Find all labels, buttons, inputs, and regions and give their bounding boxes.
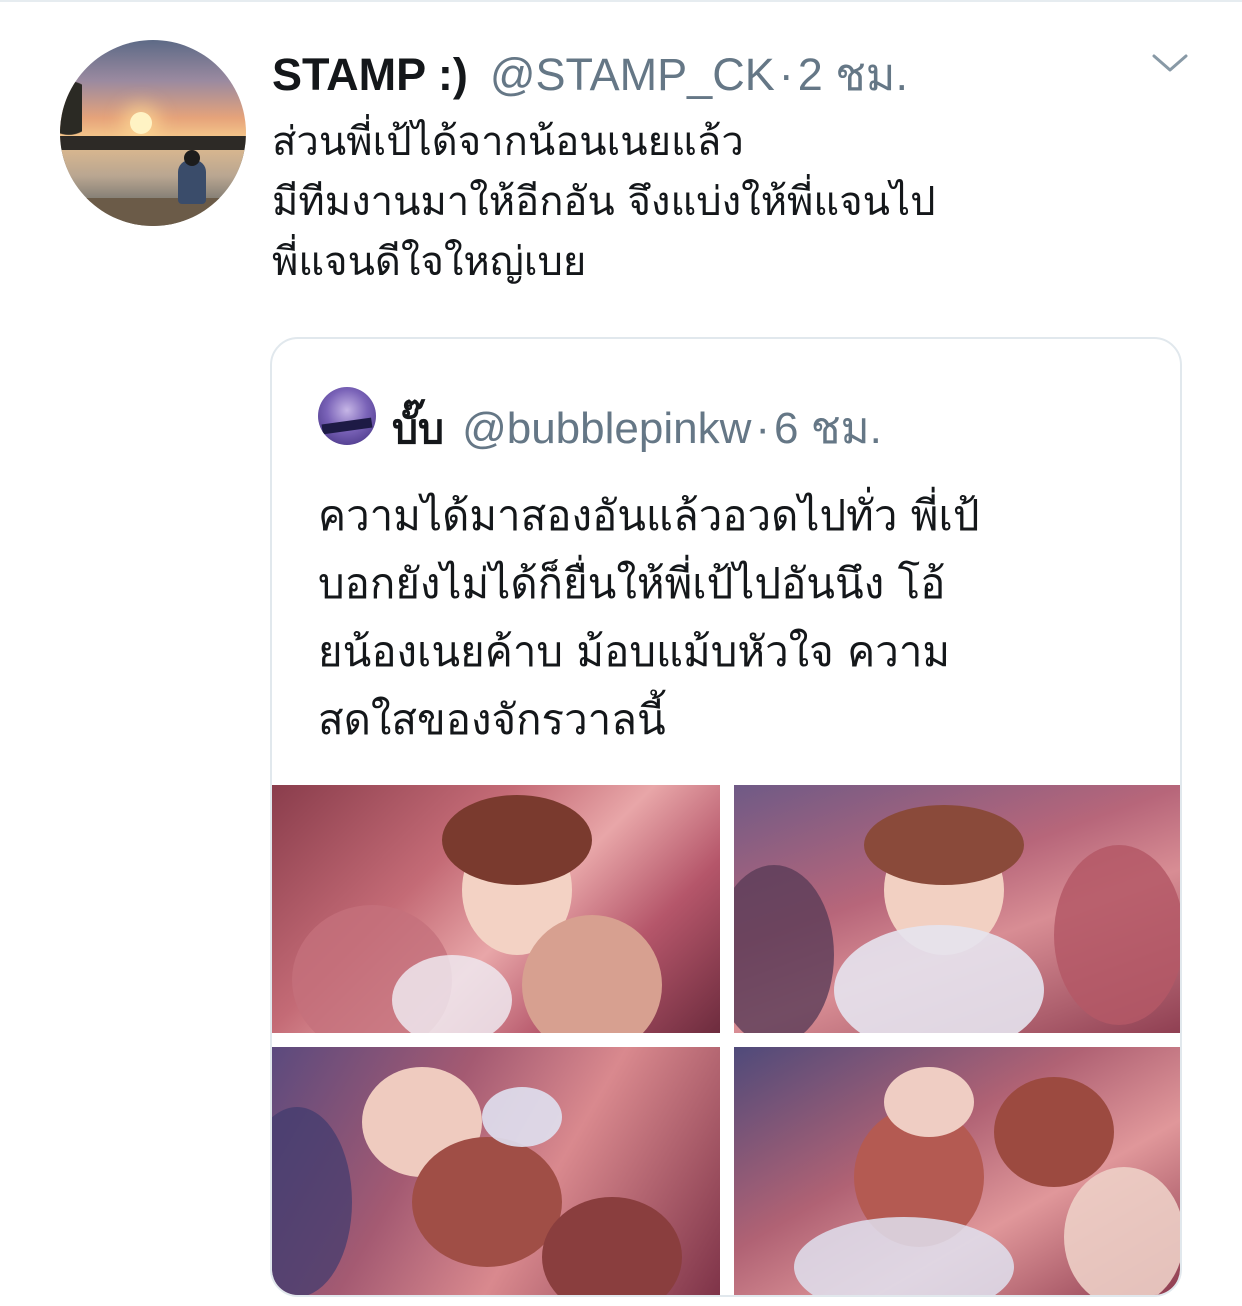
quoted-display-name: บั๊บ — [392, 405, 445, 453]
tweet: STAMP :) @STAMP_CK · 2 ชม. ส่วนพี่เป้ได้… — [0, 0, 1242, 1306]
photo-figure — [272, 1107, 352, 1295]
photo-figure — [392, 955, 512, 1033]
media-photo-1[interactable] — [272, 785, 720, 1033]
avatar[interactable] — [60, 40, 246, 226]
tweet-header: STAMP :) @STAMP_CK · 2 ชม. — [272, 38, 908, 101]
quoted-separator-dot: · — [755, 404, 771, 453]
photo-figure — [994, 1077, 1114, 1187]
avatar-person-head — [184, 150, 200, 166]
quoted-text-line: ยน้องเนยค้าบ ม้อบแม้บหัวใจ ความ — [318, 627, 951, 676]
photo-figure — [884, 1067, 974, 1137]
media-photo-4[interactable] — [734, 1047, 1180, 1295]
quoted-text-line: บอกยังไม่ได้ก็ยื่นให้พี่เป้ไปอันนึง โอ้ — [318, 559, 946, 608]
photo-figure — [412, 1137, 562, 1267]
photo-figure — [734, 865, 834, 1033]
avatar-bank — [60, 198, 246, 226]
user-handle[interactable]: @STAMP_CK — [490, 49, 775, 101]
divider — [0, 0, 1242, 2]
quoted-tweet-text: ความได้มาสองอันแล้วอวดไปทั่ว พี่เป้ บอกย… — [318, 482, 1158, 754]
chevron-down-icon[interactable] — [1150, 48, 1190, 78]
avatar-water — [60, 150, 246, 202]
separator-dot: · — [778, 49, 794, 100]
display-name[interactable]: STAMP :) — [272, 49, 468, 101]
photo-figure — [542, 1197, 682, 1295]
quoted-avatar — [318, 387, 376, 445]
media-photo-3[interactable] — [272, 1047, 720, 1295]
quoted-text-line: สดใสของจักรวาลนี้ — [318, 695, 666, 744]
tweet-timestamp[interactable]: 2 ชม. — [798, 38, 908, 110]
avatar-treeline — [60, 136, 246, 150]
photo-figure — [864, 805, 1024, 885]
photo-figure — [482, 1087, 562, 1147]
media-photo-2[interactable] — [734, 785, 1180, 1033]
photo-figure — [1064, 1167, 1180, 1295]
tweet-text-line: ส่วนพี่เป้ได้จากน้อนเนยแล้ว — [272, 119, 744, 165]
photo-figure — [1054, 845, 1180, 1025]
tweet-text-line: พี่แจนดีใจใหญ่เบย — [272, 239, 587, 285]
photo-figure — [794, 1217, 1014, 1295]
avatar-sun — [130, 112, 152, 134]
photo-figure — [442, 795, 592, 885]
quoted-avatar-band — [321, 417, 373, 435]
avatar-person — [178, 160, 206, 204]
tweet-text-line: มีทีมงานมาให้อีกอัน จึงแบ่งให้พี่แจนไป — [272, 179, 936, 225]
quoted-text-line: ความได้มาสองอันแล้วอวดไปทั่ว พี่เป้ — [318, 491, 980, 540]
quoted-tweet-header: บั๊บ @bubblepinkw · 6 ชม. — [392, 393, 882, 463]
quoted-user-handle: @bubblepinkw — [462, 404, 752, 453]
tweet-text: ส่วนพี่เป้ได้จากน้อนเนยแล้ว มีทีมงานมาให… — [272, 112, 1192, 292]
quoted-timestamp: 6 ชม. — [774, 404, 882, 453]
media-grid — [272, 785, 1180, 1295]
quoted-tweet[interactable]: บั๊บ @bubblepinkw · 6 ชม. ความได้มาสองอั… — [270, 337, 1182, 1297]
photo-figure — [834, 925, 1044, 1033]
